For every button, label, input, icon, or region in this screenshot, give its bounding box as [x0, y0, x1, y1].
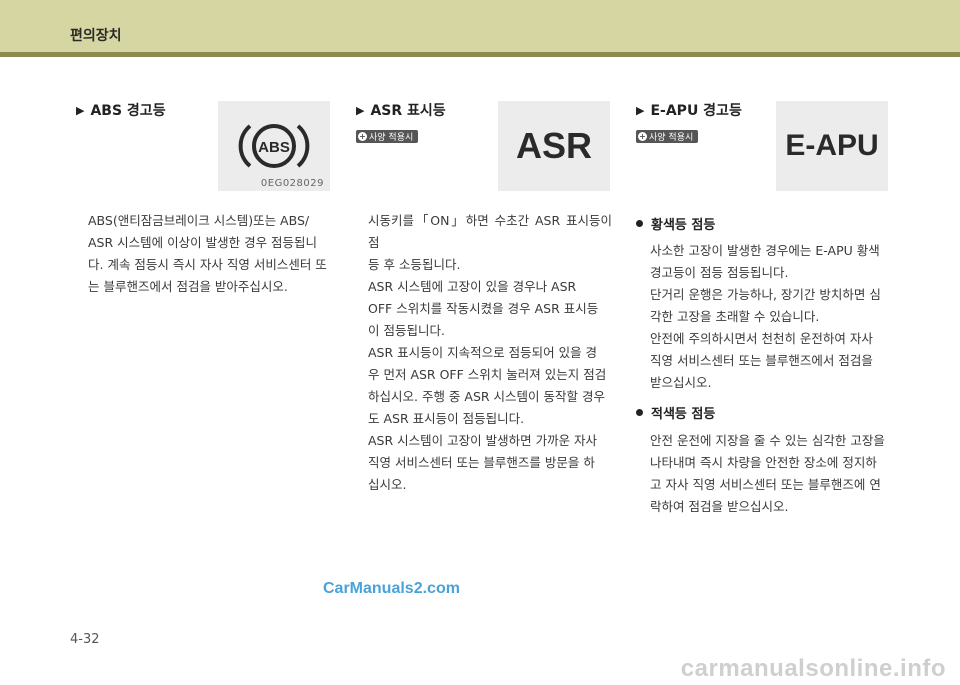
triangle-bullet-icon: ▶: [636, 103, 645, 117]
red-line: 안전 운전에 지장을 줄 수 있는 심각한 고장을: [650, 433, 885, 448]
header-rule: [0, 52, 960, 57]
eapu-warning-image: E-APU: [776, 101, 888, 191]
asr-line: OFF 스위치를 작동시켰을 경우 ASR 표시등: [368, 301, 599, 316]
footer-watermark: carmanualsonline.info: [680, 655, 946, 682]
badge-text: 사양 적용시: [369, 133, 414, 143]
abs-title-text: ABS 경고등: [90, 103, 166, 119]
yellow-light-title: 황색등 점등: [651, 218, 716, 233]
abs-warning-image: ABS 0EG028029: [218, 101, 330, 191]
red-light-description: 안전 운전에 지장을 줄 수 있는 심각한 고장을 나타내며 즉시 차량을 안전…: [650, 430, 896, 518]
badge-text: 사양 적용시: [649, 133, 694, 143]
asr-line: 우 먼저 ASR OFF 스위치 눌러져 있는지 점검: [368, 367, 607, 382]
red-line: 락하여 점검을 받으십시오.: [650, 499, 789, 514]
asr-indicator-label: ASR: [515, 125, 592, 166]
red-light-heading: 적색등 점등: [636, 403, 715, 422]
asr-line: ASR 시스템에 고장이 있을 경우나 ASR: [368, 279, 577, 294]
eapu-warning-label: E-APU: [785, 129, 879, 162]
red-line: 나타내며 즉시 차량을 안전한 장소에 정지하: [650, 455, 877, 470]
yellow-line: 각한 고장을 초래할 수 있습니다.: [650, 309, 820, 324]
abs-line: 다. 계속 점등시 즉시 자사 직영 서비스센터 또: [88, 257, 327, 272]
abs-warning-icon: ABS: [238, 124, 310, 168]
yellow-line: 직영 서비스센터 또는 블루핸즈에서 점검을: [650, 353, 873, 368]
page-header: 편의장치: [0, 0, 960, 52]
asr-indicator-image: ASR: [498, 101, 610, 191]
plus-icon: +: [638, 132, 647, 141]
page-number: 4-32: [70, 632, 100, 647]
asr-line: 등 후 소등됩니다.: [368, 257, 461, 272]
triangle-bullet-icon: ▶: [356, 103, 365, 117]
site-watermark-link[interactable]: CarManuals2.com: [323, 580, 460, 598]
asr-line: ASR 시스템이 고장이 발생하면 가까운 자사: [368, 433, 598, 448]
eapu-title-text: E-APU 경고등: [650, 103, 742, 119]
yellow-light-description: 사소한 고장이 발생한 경우에는 E-APU 황색 경고등이 점등 점등됩니다.…: [650, 240, 896, 394]
asr-line: 직영 서비스센터 또는 블루핸즈를 방문을 하: [368, 455, 595, 470]
asr-line: 하십시오. 주행 중 ASR 시스템이 동작할 경우: [368, 389, 605, 404]
yellow-line: 안전에 주의하시면서 천천히 운전하여 자사: [650, 331, 873, 346]
asr-line: 십시오.: [368, 477, 407, 492]
bullet-dot-icon: [636, 220, 643, 227]
plus-icon: +: [358, 132, 367, 141]
red-light-title: 적색등 점등: [651, 407, 716, 422]
option-badge: + 사양 적용시: [636, 130, 699, 143]
option-badge: + 사양 적용시: [356, 130, 419, 143]
abs-line: ABS(앤티잠금브레이크 시스템)또는 ABS/: [88, 213, 310, 228]
red-line: 고 자사 직영 서비스센터 또는 블루핸즈에 연: [650, 477, 881, 492]
abs-description: ABS(앤티잠금브레이크 시스템)또는 ABS/ ASR 시스템에 이상이 발생…: [88, 210, 340, 298]
abs-line: 는 블루핸즈에서 점검을 받아주십시오.: [88, 279, 288, 294]
yellow-line: 사소한 고장이 발생한 경우에는 E-APU 황색: [650, 243, 880, 258]
image-code: 0EG028029: [260, 178, 324, 189]
yellow-line: 받으십시오.: [650, 375, 712, 390]
abs-icon-text: ABS: [258, 139, 290, 156]
asr-line: ASR 표시등이 지속적으로 점등되어 있을 경: [368, 345, 598, 360]
yellow-line: 단거리 운행은 가능하나, 장기간 방치하면 심: [650, 287, 881, 302]
asr-description: 시동키를「ON」하면 수초간 ASR 표시등이 점 등 후 소등됩니다. ASR…: [368, 210, 612, 496]
asr-line: 이 점등됩니다.: [368, 323, 445, 338]
triangle-bullet-icon: ▶: [76, 103, 85, 117]
yellow-line: 경고등이 점등 점등됩니다.: [650, 265, 789, 280]
asr-line: 도 ASR 표시등이 점등됩니다.: [368, 411, 525, 426]
yellow-light-heading: 황색등 점등: [636, 214, 715, 233]
bullet-dot-icon: [636, 409, 643, 416]
abs-line: ASR 시스템에 이상이 발생한 경우 점등됩니: [88, 235, 318, 250]
asr-line: 시동키를「ON」하면 수초간 ASR 표시등이 점: [368, 213, 612, 250]
section-title: 편의장치: [70, 28, 122, 44]
asr-title-text: ASR 표시등: [370, 103, 446, 119]
